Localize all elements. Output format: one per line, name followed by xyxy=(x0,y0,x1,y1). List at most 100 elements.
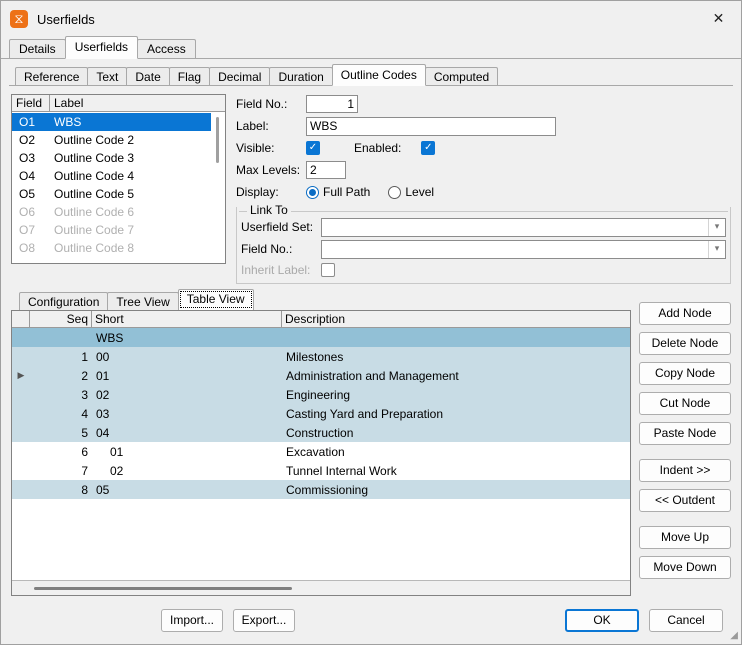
field-list-item-o3[interactable]: O3 Outline Code 3 xyxy=(12,149,225,167)
check-icon: ✓ xyxy=(308,142,318,153)
export-button[interactable]: Export... xyxy=(233,608,295,632)
label-input[interactable]: WBS xyxy=(306,116,556,136)
table-row[interactable]: 5 04 Construction xyxy=(12,423,630,442)
table-row[interactable]: 7 02 Tunnel Internal Work xyxy=(12,461,630,480)
table-row[interactable]: WBS xyxy=(12,328,630,347)
link-field-no-row: Field No.: ▾ xyxy=(241,239,726,259)
inherit-label-row: Inherit Label: xyxy=(241,261,726,279)
field-list[interactable]: Field Label O1 WBS O2 Outline Code 2 O3 … xyxy=(11,94,226,264)
field-list-item-o6: O6 Outline Code 6 xyxy=(12,203,225,221)
max-levels-input[interactable]: 2 xyxy=(306,161,346,179)
field-list-item-o2[interactable]: O2 Outline Code 2 xyxy=(12,131,225,149)
outline-code-grid[interactable]: Seq Short Description WBS 1 00 Milestone… xyxy=(11,310,631,596)
tab-flag[interactable]: Flag xyxy=(168,67,211,85)
grid-header-seq[interactable]: Seq xyxy=(30,311,92,327)
tab-userfields[interactable]: Userfields xyxy=(64,36,139,59)
tab-access[interactable]: Access xyxy=(137,39,196,58)
userfield-set-value[interactable] xyxy=(322,219,708,236)
table-row[interactable]: 4 03 Casting Yard and Preparation xyxy=(12,404,630,423)
cut-node-button[interactable]: Cut Node xyxy=(639,392,731,415)
indent-button[interactable]: Indent >> xyxy=(639,459,731,482)
node-button-panel: Add Node Delete Node Copy Node Cut Node … xyxy=(639,290,731,596)
resize-grip-icon[interactable]: ◢ xyxy=(726,630,738,642)
cancel-button[interactable]: Cancel xyxy=(649,608,723,632)
check-icon: ✓ xyxy=(424,142,433,153)
field-list-item-o5[interactable]: O5 Outline Code 5 xyxy=(12,185,225,203)
field-list-item-o8: O8 Outline Code 8 xyxy=(12,239,225,257)
display-label: Display: xyxy=(236,185,279,199)
move-up-button[interactable]: Move Up xyxy=(639,526,731,549)
cell-description: Commissioning xyxy=(286,482,369,497)
field-label: Outline Code 8 xyxy=(54,241,135,255)
field-code: O2 xyxy=(19,133,36,147)
table-row[interactable]: ▶ 2 01 Administration and Management xyxy=(12,366,630,385)
cell-seq: 6 xyxy=(81,444,88,459)
field-list-header-field: Field xyxy=(12,95,50,111)
tab-configuration[interactable]: Configuration xyxy=(19,292,109,310)
add-node-button[interactable]: Add Node xyxy=(639,302,731,325)
table-row[interactable]: 8 05 Commissioning xyxy=(12,480,630,499)
chevron-down-icon[interactable]: ▾ xyxy=(708,218,725,236)
userfields-dialog: ⧖ Userfields ✕ Details Userfields Access… xyxy=(0,0,742,645)
field-code: O3 xyxy=(19,151,36,165)
ok-button[interactable]: OK xyxy=(565,608,639,632)
cell-seq: 4 xyxy=(81,406,88,421)
outline-codes-upper: Field Label O1 WBS O2 Outline Code 2 O3 … xyxy=(9,86,733,284)
field-label: Outline Code 7 xyxy=(54,223,135,237)
footer-right-buttons: OK Cancel xyxy=(555,608,723,632)
cell-short: 01 xyxy=(110,444,124,459)
grid-hscroll-thumb[interactable] xyxy=(34,587,292,590)
app-spiral-icon: ⧖ xyxy=(10,10,28,28)
field-list-item-o4[interactable]: O4 Outline Code 4 xyxy=(12,167,225,185)
radio-level[interactable] xyxy=(388,185,402,199)
field-list-scrollbar[interactable] xyxy=(211,113,225,263)
field-code: O8 xyxy=(19,241,36,255)
outdent-button[interactable]: << Outdent xyxy=(639,489,731,512)
delete-node-button[interactable]: Delete Node xyxy=(639,332,731,355)
table-row[interactable]: 3 02 Engineering xyxy=(12,385,630,404)
copy-node-button[interactable]: Copy Node xyxy=(639,362,731,385)
cell-description: Tunnel Internal Work xyxy=(286,463,397,478)
enabled-checkbox[interactable]: ✓ xyxy=(421,141,436,155)
import-button[interactable]: Import... xyxy=(161,608,223,632)
paste-node-button[interactable]: Paste Node xyxy=(639,422,731,445)
userfields-page: Reference Text Date Flag Decimal Duratio… xyxy=(1,59,741,596)
cell-seq: 1 xyxy=(81,349,88,364)
tab-table-view[interactable]: Table View xyxy=(177,289,254,310)
link-field-no-value[interactable] xyxy=(322,241,708,258)
cell-short: 03 xyxy=(96,406,110,421)
tab-decimal[interactable]: Decimal xyxy=(209,67,271,85)
radio-full-path[interactable] xyxy=(306,185,319,199)
cell-description: Milestones xyxy=(286,349,344,364)
field-code: O6 xyxy=(19,205,36,219)
userfield-set-combo[interactable]: ▾ xyxy=(321,217,726,237)
chevron-down-icon[interactable]: ▾ xyxy=(708,240,725,258)
cell-seq: 8 xyxy=(81,482,88,497)
window-title: Userfields xyxy=(37,11,95,27)
field-list-item-o1[interactable]: O1 WBS xyxy=(12,113,225,131)
visible-checkbox[interactable]: ✓ xyxy=(306,141,320,155)
table-row[interactable]: 1 00 Milestones xyxy=(12,347,630,366)
grid-horizontal-scrollbar[interactable] xyxy=(12,580,630,595)
field-list-scroll-thumb[interactable] xyxy=(216,117,219,163)
tab-reference[interactable]: Reference xyxy=(15,67,89,85)
link-field-no-combo[interactable]: ▾ xyxy=(321,239,726,259)
field-no-row: Field No.: 1 xyxy=(236,94,731,114)
table-row[interactable]: 6 01 Excavation xyxy=(12,442,630,461)
field-no-input[interactable]: 1 xyxy=(306,95,358,113)
outer-tab-bar: Details Userfields Access xyxy=(1,36,741,59)
tab-date[interactable]: Date xyxy=(126,67,170,85)
label-label: Label: xyxy=(236,119,269,133)
tab-outline-codes[interactable]: Outline Codes xyxy=(331,64,426,86)
grid-header-short[interactable]: Short xyxy=(92,311,282,327)
cell-short: WBS xyxy=(96,330,124,345)
cell-short: 05 xyxy=(96,482,110,497)
tab-tree-view[interactable]: Tree View xyxy=(107,292,179,310)
tab-text[interactable]: Text xyxy=(87,67,128,85)
grid-header-description[interactable]: Description xyxy=(282,311,630,327)
close-icon[interactable]: ✕ xyxy=(696,1,741,36)
tab-computed[interactable]: Computed xyxy=(424,67,499,85)
move-down-button[interactable]: Move Down xyxy=(639,556,731,579)
tab-duration[interactable]: Duration xyxy=(269,67,333,85)
tab-details[interactable]: Details xyxy=(9,39,66,58)
